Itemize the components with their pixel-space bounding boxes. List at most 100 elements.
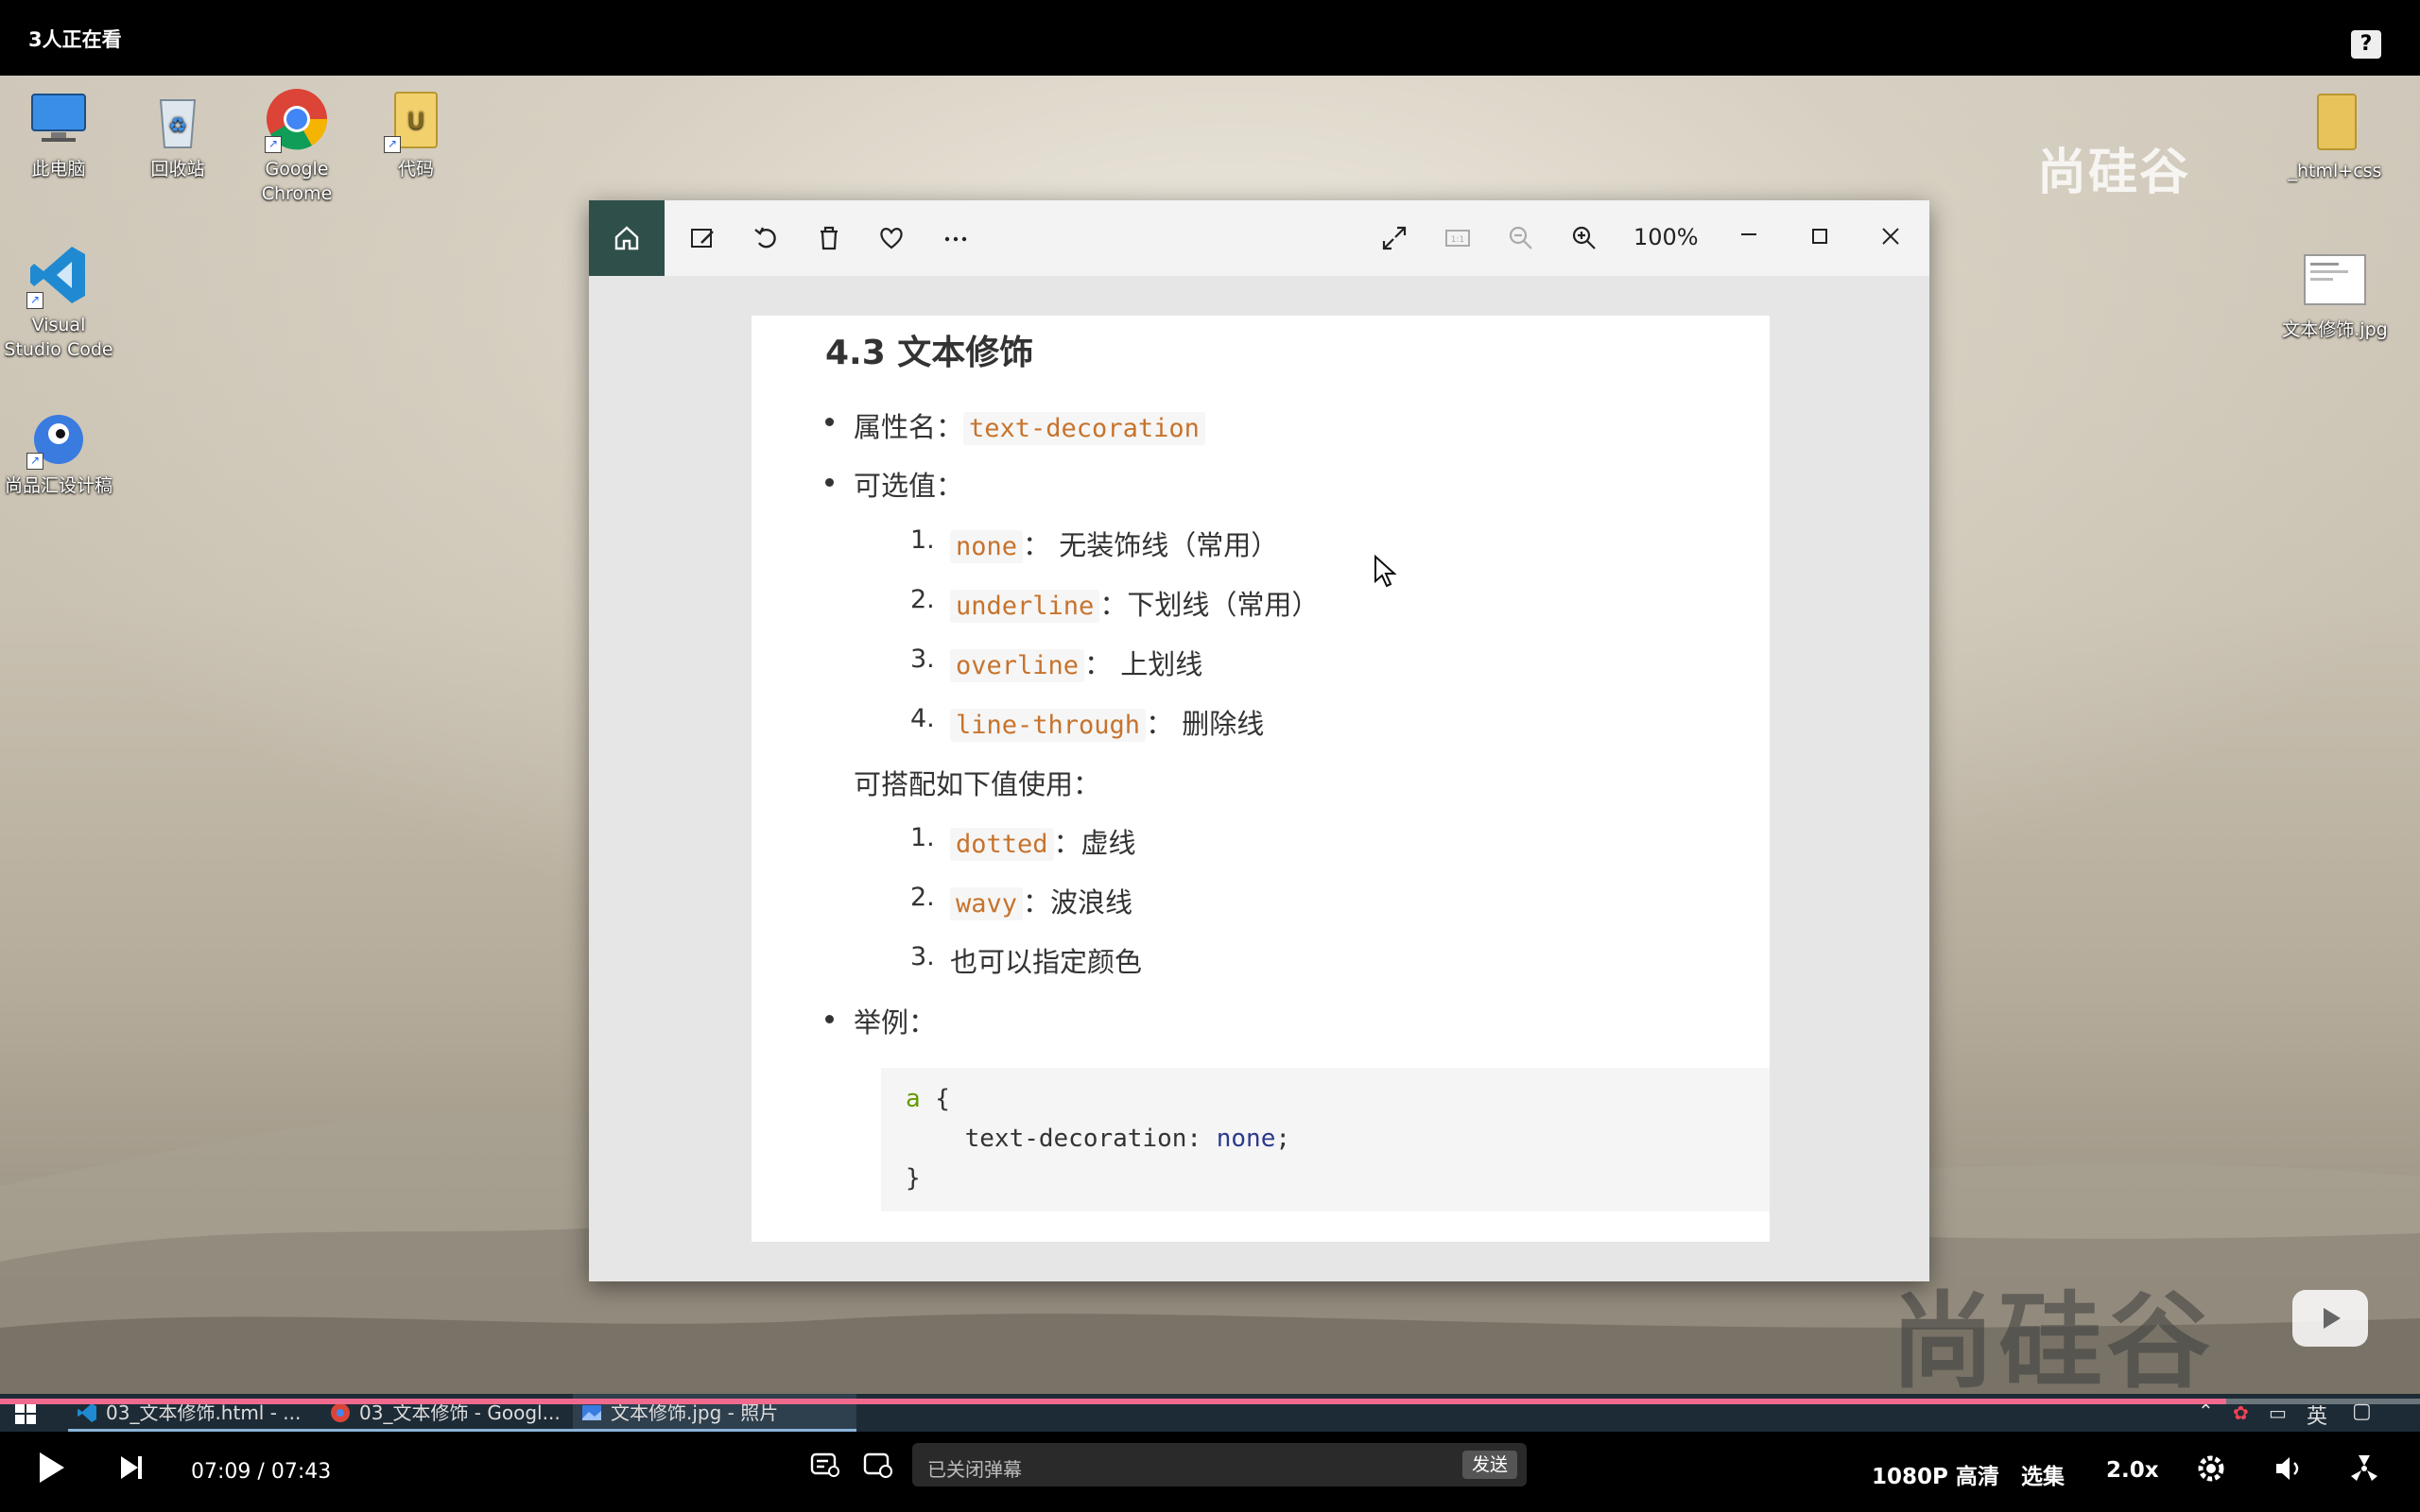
more-button[interactable] — [937, 219, 975, 257]
value-item-overline: overline： 上划线 — [950, 643, 1202, 682]
settings-button[interactable] — [2195, 1452, 2227, 1488]
danmaku-settings-button[interactable] — [862, 1449, 894, 1485]
values-label: 可选值： — [854, 470, 964, 502]
image-file-icon — [2301, 246, 2369, 314]
mouse-cursor-icon — [1374, 555, 1397, 588]
svg-text:1:1: 1:1 — [1451, 235, 1464, 245]
play-button[interactable] — [34, 1449, 68, 1490]
volume-button[interactable] — [2273, 1452, 2305, 1488]
video-progress-bar[interactable] — [0, 1399, 2420, 1404]
fan-icon — [2351, 1455, 2377, 1481]
desktop-icon-design-draft[interactable]: ↗ 尚品汇设计稿 — [2, 402, 115, 498]
desktop-icon-code-folder[interactable]: U ↗ 代码 — [359, 85, 473, 181]
property-line: 属性名： text-decoration — [854, 405, 1205, 445]
desktop-icon-this-pc[interactable]: 此电脑 — [2, 85, 115, 181]
favorite-button[interactable] — [873, 219, 910, 257]
desktop-icon-vscode[interactable]: ↗ Visual Studio Code — [2, 241, 115, 362]
home-icon — [614, 226, 639, 250]
edit-image-icon — [691, 229, 714, 248]
list-number: 4. — [910, 704, 935, 733]
episodes-button[interactable]: 选集 — [2021, 1458, 2065, 1490]
rotate-icon — [754, 227, 776, 249]
rotate-button[interactable] — [748, 219, 786, 257]
shortcut-arrow-icon: ↗ — [26, 453, 43, 470]
computer-icon — [25, 85, 93, 153]
edit-image-button[interactable] — [683, 219, 721, 257]
send-button[interactable]: 发送 — [1462, 1451, 1517, 1479]
danmaku-input[interactable]: 已关闭弹幕 发送 — [912, 1443, 1527, 1486]
actual-size-button[interactable]: 1:1 — [1439, 219, 1477, 257]
next-button[interactable] — [117, 1452, 146, 1486]
desktop-icon-label: _html+css — [2288, 161, 2382, 181]
list-number: 3. — [910, 644, 935, 674]
zoom-in-button[interactable] — [1565, 219, 1603, 257]
fullscreen-player-button[interactable] — [2348, 1452, 2380, 1488]
zoom-level[interactable]: 100% — [1634, 224, 1699, 250]
minimize-button[interactable] — [1730, 217, 1768, 255]
desktop-icon-label: 代码 — [397, 159, 434, 180]
recycle-bin-icon: ♻ — [144, 85, 212, 153]
example-label: 举例： — [854, 1006, 937, 1039]
shortcut-arrow-icon: ↗ — [384, 136, 401, 153]
chrome-icon: ↗ — [263, 85, 331, 153]
shortcut-arrow-icon: ↗ — [26, 292, 43, 309]
photos-icon — [582, 1405, 601, 1420]
property-code: text-decoration — [963, 412, 1205, 445]
desktop-icon-html-css-folder[interactable]: _html+css — [2278, 87, 2392, 183]
shortcut-arrow-icon: ↗ — [265, 136, 282, 153]
danmaku-toggle-button[interactable] — [809, 1449, 841, 1485]
value-item-none: none： 无装饰线（常用） — [950, 524, 1278, 563]
svg-text:U: U — [407, 108, 424, 134]
heart-icon — [880, 228, 903, 249]
combo-item-wavy: wavy ：波浪线 — [950, 881, 1132, 920]
desktop-icon-label: Google Chrome — [261, 159, 333, 204]
desktop-icon-image-file[interactable]: 文本修饰.jpg — [2278, 246, 2392, 342]
home-button[interactable] — [589, 200, 665, 276]
playback-time: 07:09 / 07:43 — [191, 1460, 332, 1484]
zoom-in-icon — [1572, 226, 1596, 249]
folder-icon — [2301, 87, 2369, 155]
close-icon — [1882, 228, 1899, 245]
danmaku-settings-icon — [863, 1452, 892, 1478]
folder-icon: U ↗ — [382, 85, 450, 153]
progress-fill — [0, 1399, 2227, 1404]
tray-network-icon[interactable]: ▭ — [2269, 1401, 2287, 1424]
desktop-icon-label: 文本修饰.jpg — [2282, 319, 2388, 340]
maximize-icon — [1812, 229, 1827, 244]
desktop-icon-recycle-bin[interactable]: ♻ 回收站 — [121, 85, 234, 181]
list-number: 3. — [910, 942, 935, 971]
photos-viewer-window: 1:1 100% 4.3 文本修饰 属性名： text-decoration 可选… — [589, 200, 1929, 1281]
code-example-block: a { text-decoration: none; } — [881, 1068, 1770, 1211]
speed-selector[interactable]: 2.0x — [2106, 1458, 2159, 1483]
bullet-icon — [825, 418, 834, 426]
zoom-out-icon — [1509, 226, 1532, 249]
actual-size-icon: 1:1 — [1445, 230, 1470, 247]
close-button[interactable] — [1872, 217, 1910, 255]
maximize-button[interactable] — [1801, 217, 1839, 255]
viewer-toolbar: 1:1 100% — [589, 200, 1929, 276]
list-number: 2. — [910, 585, 935, 614]
zoom-out-button[interactable] — [1502, 219, 1540, 257]
list-number: 1. — [910, 823, 935, 852]
volume-icon — [2276, 1457, 2299, 1480]
gear-icon — [2198, 1455, 2224, 1482]
chrome-icon — [331, 1403, 350, 1422]
desktop-icon-label: Visual Studio Code — [4, 315, 113, 360]
play-overlay-icon[interactable] — [2292, 1290, 2368, 1347]
blue-monster-icon: ↗ — [25, 402, 93, 470]
desktop-icon-chrome[interactable]: ↗ Google Chrome — [240, 85, 354, 206]
desktop-icon-label: 此电脑 — [31, 159, 86, 180]
list-number: 2. — [910, 883, 935, 912]
tray-app-icon[interactable]: ✿ — [2233, 1401, 2249, 1424]
viewer-count: 3人正在看 — [28, 28, 122, 51]
delete-button[interactable] — [810, 219, 848, 257]
value-item-underline: underline ：下划线（常用） — [950, 583, 1319, 623]
combo-item-dotted: dotted ：虚线 — [950, 821, 1136, 861]
fullscreen-button[interactable] — [1375, 219, 1413, 257]
help-icon[interactable]: ? — [2351, 30, 2381, 59]
trash-icon — [821, 226, 838, 250]
windows-start-icon[interactable] — [15, 1403, 36, 1424]
quality-selector[interactable]: 1080P 高清 — [1872, 1458, 1999, 1490]
player-top-bar: 3人正在看 ? — [0, 0, 2420, 76]
danmaku-icon — [810, 1452, 839, 1477]
